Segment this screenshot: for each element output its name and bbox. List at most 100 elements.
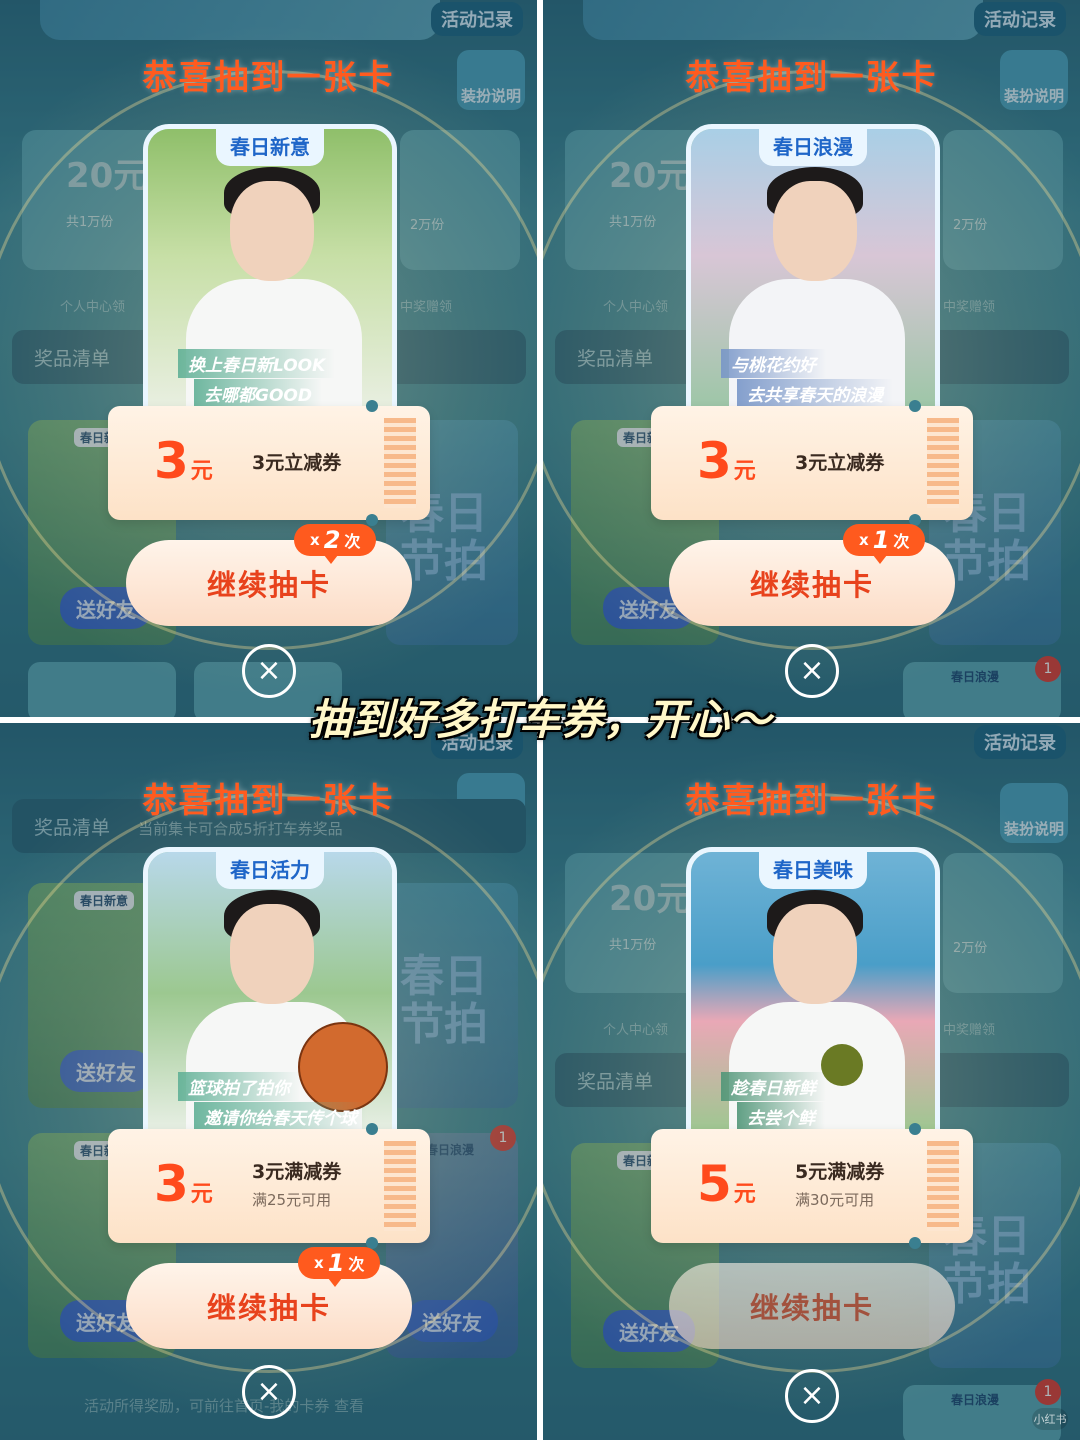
card-label: 春日美味 <box>759 852 867 889</box>
barcode-icon <box>927 1141 959 1231</box>
barcode-icon <box>384 418 416 508</box>
barcode-icon <box>927 418 959 508</box>
bg-center-text-2: 中奖赠领 <box>400 300 453 315</box>
basketball-icon <box>298 1022 388 1112</box>
bg-banner <box>40 0 440 40</box>
panel-top-right: 活动记录 装扮说明 20元 共1万份 2万份 个人中心领 中奖赠领 奖品清单 春… <box>543 0 1080 717</box>
person-face <box>230 181 314 281</box>
badge-prefix: x <box>859 531 869 549</box>
card-slogan-2: 去尝个鲜 <box>737 1102 825 1131</box>
prize-list-subtitle: 当前集卡可合成5折打车券奖品 <box>138 820 343 838</box>
coupon-unit: 元 <box>190 1182 213 1207</box>
coupon-notch <box>909 1123 921 1135</box>
watermark: 小红书 <box>1032 1408 1068 1430</box>
coupon-name: 5元满减券 <box>795 1161 885 1183</box>
badge-count: 2 <box>323 526 341 554</box>
close-icon[interactable]: × <box>242 1365 296 1419</box>
bg-center-text: 个人中心领 <box>60 300 126 315</box>
red-dot-badge: 1 <box>1035 656 1061 682</box>
coupon-condition: 满25元可用 <box>252 1191 332 1209</box>
card-slogan-1: 与桃花约好 <box>721 349 826 378</box>
card-slogan-1: 趁春日新鲜 <box>721 1072 826 1101</box>
coupon-notch <box>909 400 921 412</box>
bg-vip-tile: 2万份 <box>943 853 1063 993</box>
coupon-amount: 3元 <box>154 1155 213 1213</box>
drawn-card: 春日美味 趁春日新鲜 去尝个鲜 <box>686 847 940 1139</box>
activity-record-button[interactable]: 活动记录 <box>974 2 1066 36</box>
badge-suffix: 次 <box>348 1255 365 1274</box>
send-friend-button[interactable]: 送好友 <box>406 1300 498 1342</box>
bg-card-chip: 春日浪漫 <box>951 1393 1000 1407</box>
close-icon[interactable]: × <box>785 1369 839 1423</box>
coupon-unit: 元 <box>190 459 213 484</box>
coupon-ticket: 3元 3元立减券 <box>651 400 973 526</box>
coupon-amount: 5元 <box>697 1155 756 1213</box>
card-label: 春日新意 <box>216 129 324 166</box>
bg-vip-tile: 2万份 <box>943 130 1063 270</box>
badge-count: 1 <box>327 1249 345 1277</box>
card-label: 春日浪漫 <box>759 129 867 166</box>
modal-title: 恭喜抽到一张卡 <box>142 58 395 98</box>
coupon-unit: 元 <box>733 1182 756 1207</box>
continue-draw-button[interactable]: 继续抽卡 <box>669 1263 955 1349</box>
coupon-name: 3元立减券 <box>795 452 885 474</box>
draw-count-badge: x 2 次 <box>294 524 377 564</box>
badge-prefix: x <box>314 1254 324 1272</box>
coupon-notch <box>909 1237 921 1249</box>
card-slogan-1: 篮球拍了拍你 <box>178 1072 300 1101</box>
red-dot-badge: 1 <box>490 1125 516 1151</box>
barcode-icon <box>384 1141 416 1231</box>
coupon-notch <box>366 400 378 412</box>
prize-list-label: 奖品清单 <box>577 348 654 370</box>
drawn-card: 春日新意 换上春日新LOOK 去哪都GOOD <box>143 124 397 416</box>
badge-suffix: 次 <box>344 532 361 551</box>
activity-record-button[interactable]: 活动记录 <box>431 2 523 36</box>
modal-title: 恭喜抽到一张卡 <box>685 781 938 821</box>
bg-theme-card: 春日节拍 <box>386 883 518 1108</box>
coupon-unit: 元 <box>733 459 756 484</box>
badge-count: 1 <box>872 526 890 554</box>
card-slogan-2: 去共享春天的浪漫 <box>737 379 893 408</box>
coupon-ticket: 3元 3元立减券 <box>108 400 430 526</box>
coupon-ticket: 5元 5元满减券 满30元可用 <box>651 1123 973 1249</box>
bg-center-text: 个人中心领 <box>603 300 669 315</box>
bg-center-text: 个人中心领 <box>603 1023 669 1038</box>
badge-prefix: x <box>310 531 320 549</box>
card-slogan-2: 邀请你给春天传个球 <box>194 1102 367 1131</box>
bg-center-text-2: 中奖赠领 <box>943 1023 996 1038</box>
bg-banner <box>583 0 983 40</box>
prize-list-label: 奖品清单 <box>577 1071 654 1093</box>
card-label: 春日活力 <box>216 852 324 889</box>
badge-suffix: 次 <box>893 532 910 551</box>
caption-text: 抽到好多打车券，开心～ <box>308 695 771 744</box>
send-friend-button[interactable]: 送好友 <box>60 1050 152 1092</box>
coupon-amount: 3元 <box>697 432 756 490</box>
coupon-notch <box>366 1123 378 1135</box>
modal-title: 恭喜抽到一张卡 <box>142 781 395 821</box>
draw-count-badge: x 1 次 <box>843 524 926 564</box>
coupon-condition: 满30元可用 <box>795 1191 875 1209</box>
person-face <box>230 904 314 1004</box>
modal-title: 恭喜抽到一张卡 <box>685 58 938 98</box>
panel-bottom-right: 活动记录 装扮说明 20元 共1万份 2万份 个人中心领 中奖赠领 奖品清单 春… <box>543 723 1080 1440</box>
person-face <box>773 904 857 1004</box>
bg-card-chip: 春日新意 <box>74 891 135 910</box>
coupon-name: 3元立减券 <box>252 452 342 474</box>
bg-card-chip: 春日浪漫 <box>426 1143 475 1157</box>
drawn-card: 春日活力 篮球拍了拍你 邀请你给春天传个球 <box>143 847 397 1139</box>
prize-list-label: 奖品清单 <box>34 348 111 370</box>
coupon-ticket: 3元 3元满减券 满25元可用 <box>108 1123 430 1249</box>
person-face <box>773 181 857 281</box>
card-slogan-1: 换上春日新LOOK <box>178 349 336 378</box>
footer-note: 活动所得奖励，可前往首页-我的卡券 查看 <box>84 1397 365 1415</box>
fruit-icon <box>821 1044 863 1086</box>
bg-vip-tile: 2万份 <box>400 130 520 270</box>
drawn-card: 春日浪漫 与桃花约好 去共享春天的浪漫 <box>686 124 940 416</box>
bg-theme-text: 春日节拍 <box>400 951 488 1051</box>
coupon-amount: 3元 <box>154 432 213 490</box>
draw-count-badge: x 1 次 <box>298 1247 381 1287</box>
panel-top-left: 活动记录 装扮说明 20元 共1万份 2万份 个人中心领 中奖赠领 奖品清单 春… <box>0 0 537 717</box>
bg-center-text-2: 中奖赠领 <box>943 300 996 315</box>
coupon-name: 3元满减券 <box>252 1161 342 1183</box>
panel-bottom-left: 活动记录 装扮说明 奖品清单 当前集卡可合成5折打车券奖品 春日新意 送好友 春… <box>0 723 537 1440</box>
